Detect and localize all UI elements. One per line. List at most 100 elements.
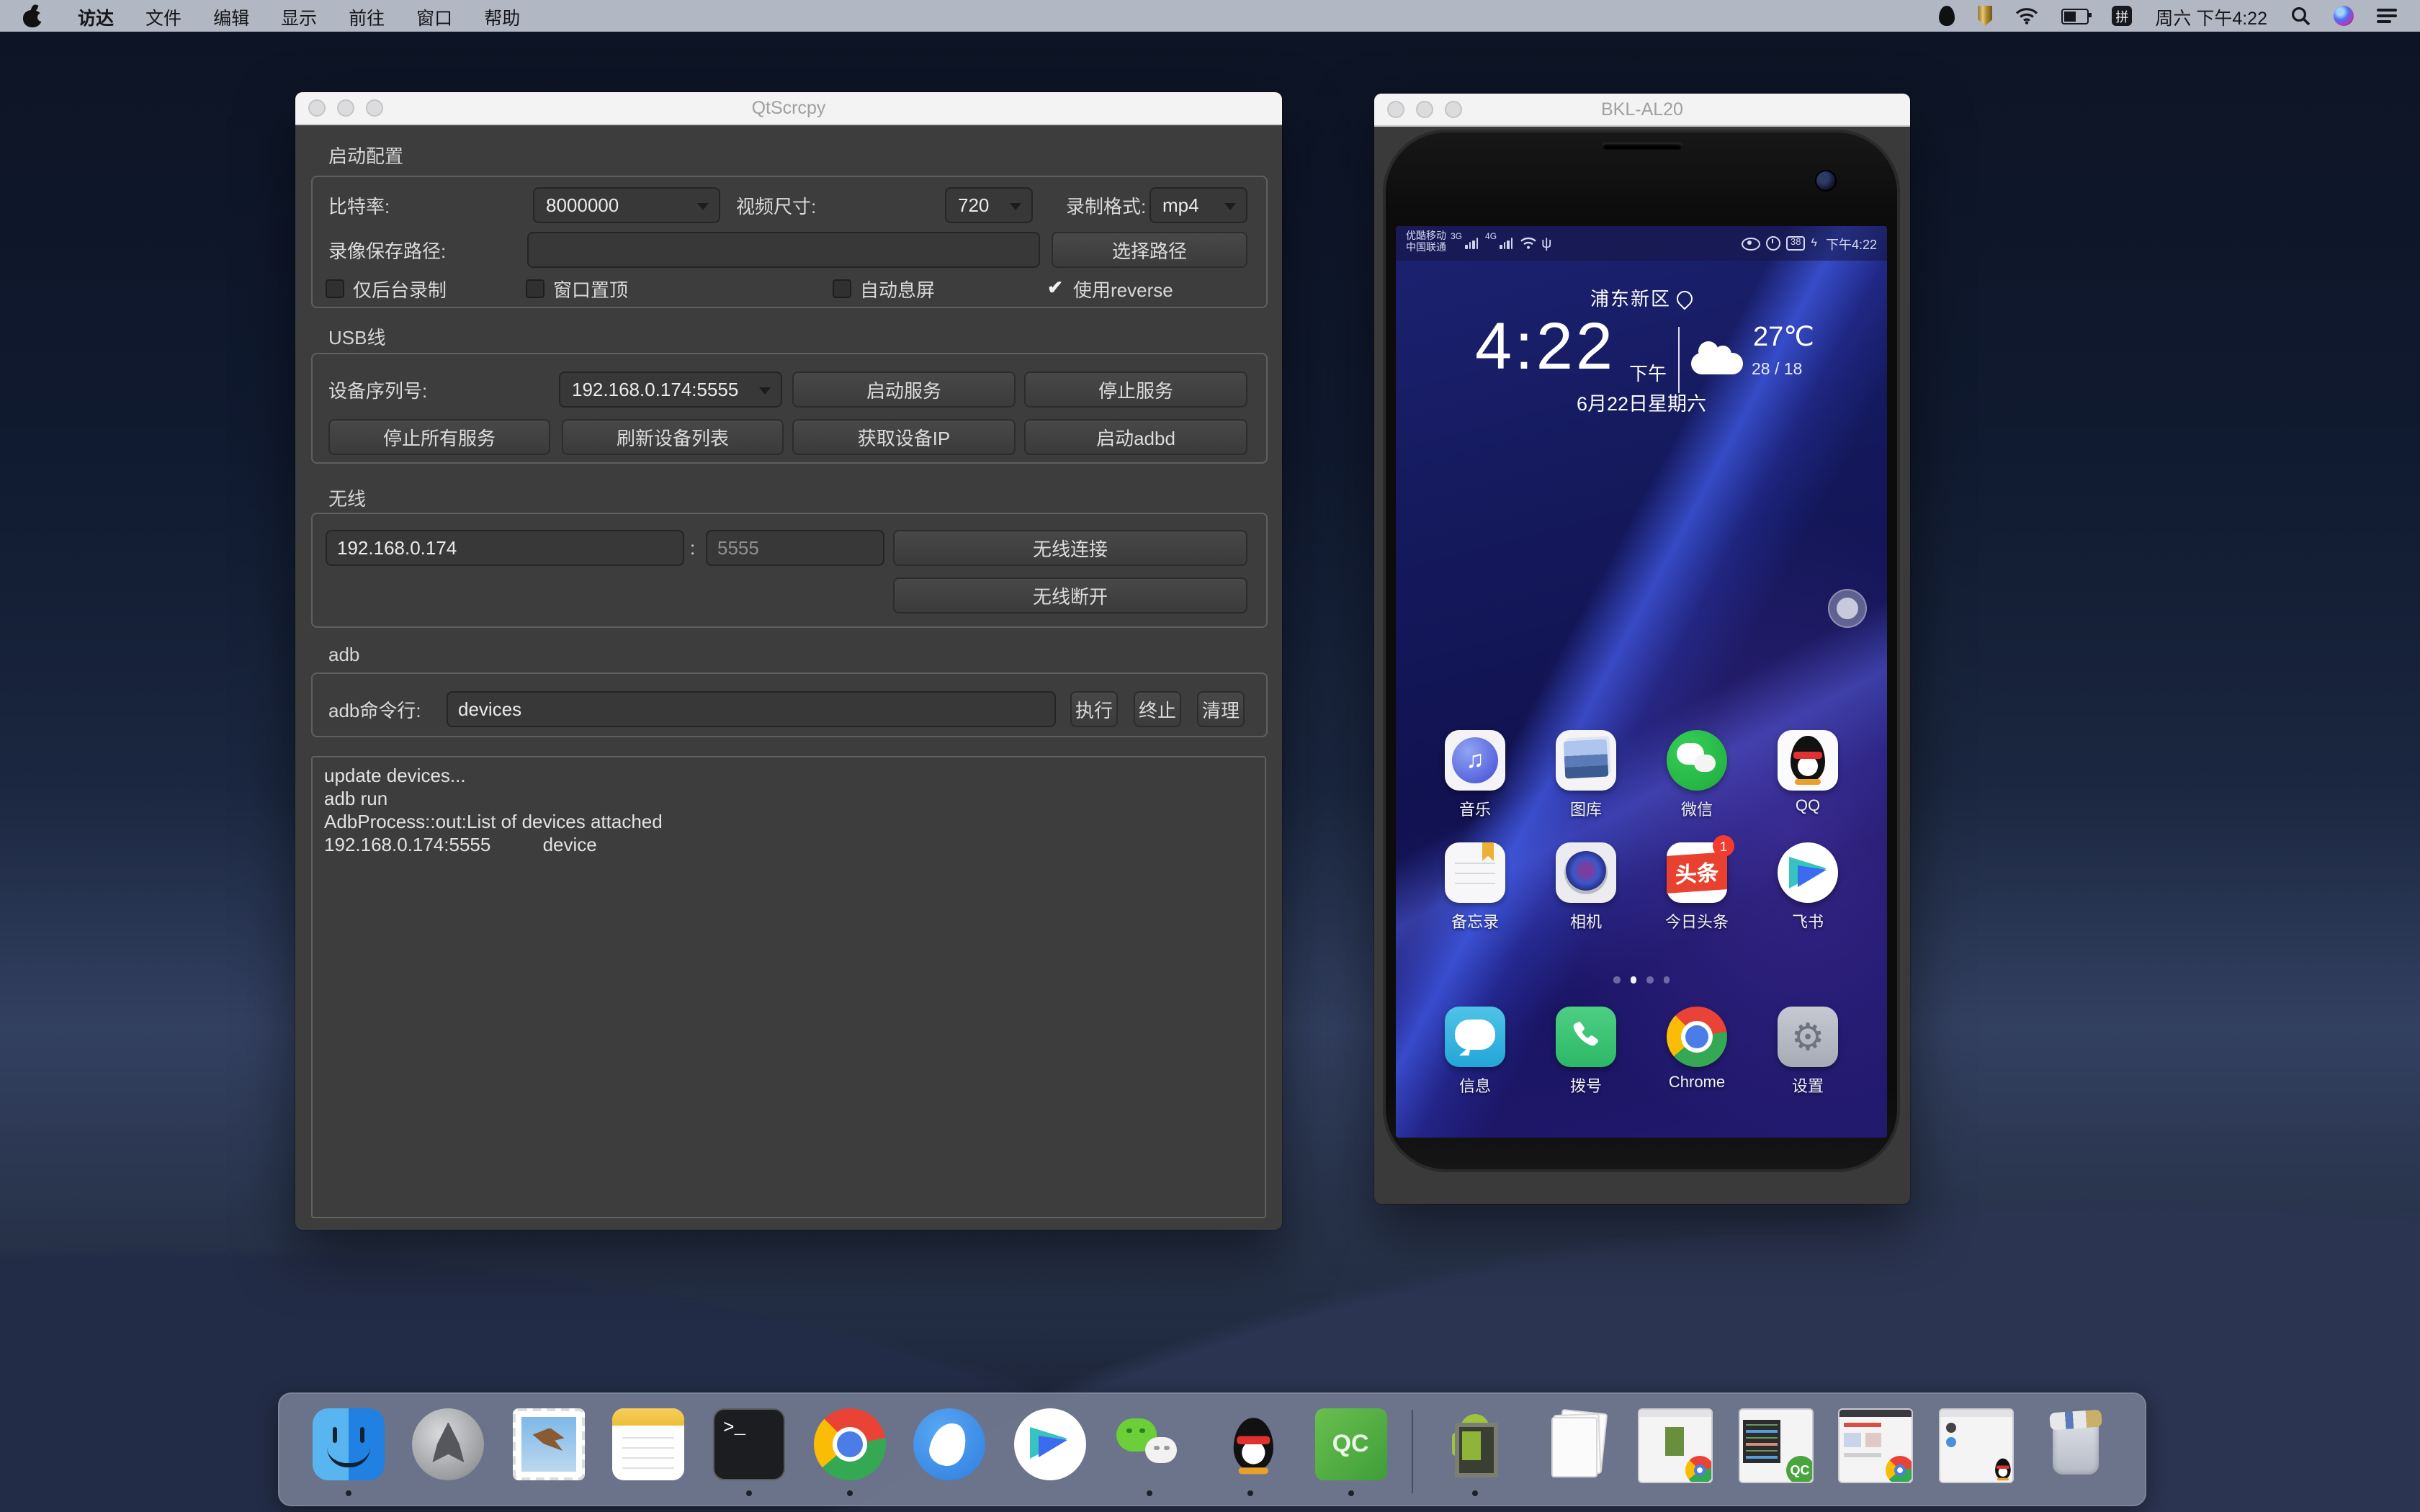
battery-icon[interactable] (2061, 8, 2089, 24)
menu-bar-clock[interactable]: 周六 下午4:22 (2155, 2, 2267, 30)
dock-launchpad[interactable] (409, 1402, 487, 1497)
wireless-port-input[interactable]: 5555 (706, 530, 884, 566)
checkbox-window-topmost[interactable]: 窗口置顶 (526, 276, 628, 300)
app-chrome[interactable]: Chrome (1654, 1007, 1740, 1097)
start-adbd-button[interactable]: 启动adbd (1024, 419, 1247, 455)
app-toutiao[interactable]: 头条 1 今日头条 (1654, 842, 1740, 933)
menu-file[interactable]: 文件 (130, 0, 197, 32)
app-wechat[interactable]: 微信 (1654, 730, 1740, 821)
page-dot-active[interactable] (1630, 976, 1636, 983)
carrier-labels: 优酷移动 中国联通 (1406, 232, 1446, 255)
device-serial-combo[interactable]: 192.168.0.174:5555 (559, 372, 782, 408)
adb-run-button[interactable]: 执行 (1070, 691, 1118, 727)
menu-help[interactable]: 帮助 (468, 0, 536, 32)
checkbox-background-record[interactable]: 仅后台录制 (326, 276, 447, 300)
app-messages[interactable]: 信息 (1432, 1007, 1518, 1097)
dock-seal-app[interactable] (910, 1402, 988, 1497)
dock-scrcpy[interactable] (1435, 1402, 1513, 1497)
app-memo[interactable]: 备忘录 (1432, 842, 1518, 933)
menu-go[interactable]: 前往 (333, 0, 400, 32)
phone-window-titlebar[interactable]: BKL-AL20 (1374, 94, 1910, 127)
wireless-connect-button[interactable]: 无线连接 (893, 530, 1247, 566)
start-service-button[interactable]: 启动服务 (792, 372, 1016, 408)
checkbox-use-reverse[interactable]: ✔ 使用reverse (1046, 276, 1173, 300)
clock-widget-ampm: 下午 (1629, 359, 1667, 386)
qtscrcpy-titlebar[interactable]: QtScrcpy (295, 92, 1282, 125)
qq-status-icon[interactable] (1939, 6, 1955, 26)
menu-edit[interactable]: 编辑 (197, 0, 265, 32)
wireless-ip-input[interactable]: 192.168.0.174 (326, 530, 684, 566)
checkbox-checkmark[interactable]: ✔ (1046, 279, 1065, 297)
apple-menu-icon[interactable] (23, 5, 42, 27)
video-size-label: 视频尺寸: (736, 187, 816, 223)
minimize-button[interactable] (1416, 101, 1433, 118)
dock-qtcreator[interactable]: QC (1312, 1402, 1389, 1497)
dock-minimized-qtcreator-window[interactable]: QC (1736, 1402, 1814, 1497)
clock-widget-time[interactable]: 4:22 (1475, 307, 1615, 384)
choose-path-button[interactable]: 选择路径 (1052, 232, 1247, 268)
pinyin-input-icon[interactable]: 拼 (2112, 6, 2132, 26)
record-path-input[interactable] (527, 232, 1040, 268)
dock-minimized-chrome-window[interactable] (1636, 1402, 1714, 1497)
checkbox-box[interactable] (526, 279, 544, 297)
app-camera[interactable]: 相机 (1543, 842, 1629, 933)
close-button[interactable] (1387, 101, 1404, 118)
record-format-label: 录制格式: (1066, 187, 1146, 223)
page-dot[interactable] (1613, 976, 1620, 983)
zoom-button[interactable] (366, 99, 383, 117)
dock-mail[interactable] (510, 1402, 588, 1497)
dock-wechat[interactable] (1111, 1402, 1189, 1497)
chrome-icon (813, 1408, 885, 1480)
get-device-ip-button[interactable]: 获取设备IP (792, 419, 1016, 455)
dock-documents-stack[interactable] (1536, 1402, 1614, 1497)
video-size-combo[interactable]: 720 (945, 187, 1033, 223)
dock-minimized-browser-window[interactable] (1837, 1402, 1914, 1497)
spotlight-search-icon[interactable] (2290, 6, 2311, 26)
adb-command-input[interactable]: devices (447, 691, 1056, 727)
record-format-combo[interactable]: mp4 (1150, 187, 1247, 223)
dock-notes[interactable] (610, 1402, 688, 1497)
page-dot[interactable] (1646, 976, 1653, 983)
app-gallery[interactable]: 图库 (1543, 730, 1629, 821)
checkbox-box[interactable] (833, 279, 851, 297)
dock-terminal[interactable]: >_ (710, 1402, 788, 1497)
adb-stop-button[interactable]: 终止 (1134, 691, 1181, 727)
phone-screen[interactable]: 优酷移动 中国联通 3G 4G ψ (1396, 226, 1887, 1138)
wireless-disconnect-button[interactable]: 无线断开 (893, 577, 1247, 613)
widget-date[interactable]: 6月22日星期六 (1396, 387, 1887, 416)
minimize-button[interactable] (337, 99, 354, 117)
app-feishu[interactable]: 飞书 (1765, 842, 1851, 933)
dock-feishu[interactable] (1011, 1402, 1089, 1497)
notification-center-icon[interactable] (2377, 9, 2397, 23)
dock-qq[interactable] (1211, 1402, 1289, 1497)
page-dot[interactable] (1663, 976, 1670, 983)
refresh-device-list-button[interactable]: 刷新设备列表 (562, 419, 784, 455)
window-controls (1387, 101, 1462, 118)
app-qq[interactable]: QQ (1765, 730, 1851, 821)
zoom-button[interactable] (1445, 101, 1462, 118)
dock-finder[interactable] (309, 1402, 387, 1497)
menu-finder[interactable]: 访达 (62, 0, 130, 32)
assistive-touch-ball[interactable] (1828, 589, 1867, 628)
app-music[interactable]: ♫ 音乐 (1432, 730, 1518, 821)
menu-view[interactable]: 显示 (265, 0, 333, 32)
weather-temp[interactable]: 27℃ (1753, 321, 1814, 354)
menu-window[interactable]: 窗口 (400, 0, 468, 32)
app-settings[interactable]: ⚙ 设置 (1765, 1007, 1851, 1097)
input-shield-icon[interactable] (1978, 6, 1992, 26)
bitrate-combo[interactable]: 8000000 (533, 187, 720, 223)
checkbox-auto-screen-off[interactable]: 自动息屏 (833, 276, 935, 300)
checkbox-box[interactable] (326, 279, 344, 297)
adb-log-output[interactable]: update devices... adb run AdbProcess::ou… (311, 756, 1266, 1218)
stop-all-services-button[interactable]: 停止所有服务 (328, 419, 550, 455)
app-dialer[interactable]: 拨号 (1543, 1007, 1629, 1097)
close-button[interactable] (308, 99, 326, 117)
stop-service-button[interactable]: 停止服务 (1024, 372, 1247, 408)
location-row[interactable]: 浦东新区 (1396, 284, 1887, 311)
dock-minimized-qq-window[interactable] (1937, 1402, 2015, 1497)
dock-trash[interactable] (2038, 1402, 2115, 1497)
siri-icon[interactable] (2334, 6, 2354, 26)
wifi-icon[interactable] (2015, 7, 2038, 24)
dock-chrome[interactable] (810, 1402, 888, 1497)
adb-clear-button[interactable]: 清理 (1197, 691, 1245, 727)
